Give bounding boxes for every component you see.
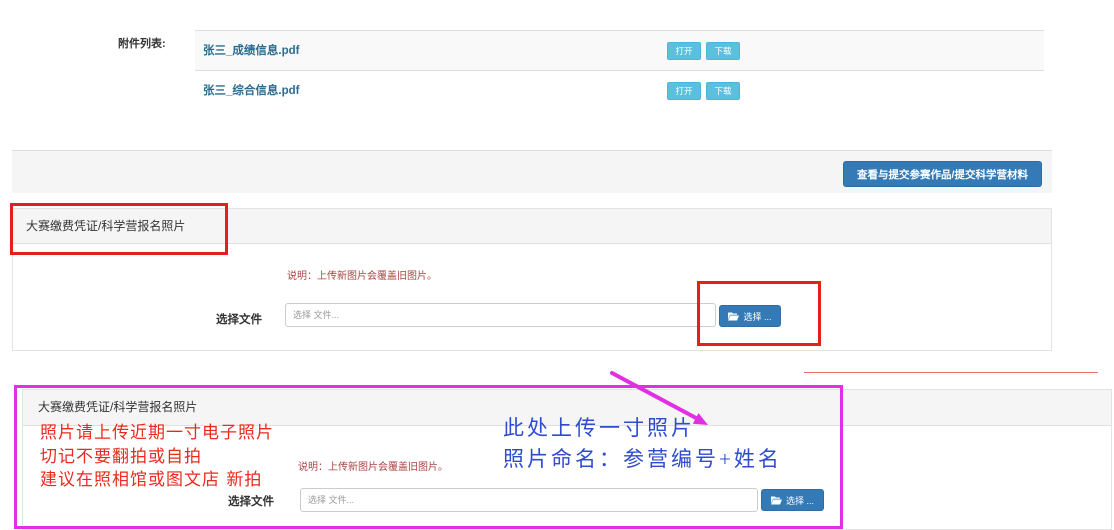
upload-note: 说明：上传新图片会覆盖旧图片。 — [287, 271, 437, 282]
download-file-button[interactable]: 下载 — [706, 42, 740, 60]
view-submit-materials-button[interactable]: 查看与提交参赛作品/提交科学营材料 — [843, 161, 1042, 187]
choose-file-label: 选择文件 — [216, 314, 262, 326]
red-divider-line — [804, 372, 1098, 373]
red-highlight-box-title — [10, 203, 228, 255]
attachment-row: 张三_成绩信息.pdf 打开 下载 — [195, 30, 1044, 70]
open-file-button[interactable]: 打开 — [667, 82, 701, 100]
attachment-row: 张三_综合信息.pdf 打开 下载 — [195, 70, 1044, 110]
panel-footer: 查看与提交参赛作品/提交科学营材料 — [12, 150, 1052, 193]
annotation-red-note-2: 切记不要翻拍或自拍 — [40, 447, 202, 467]
attachment-actions: 打开 下载 — [667, 82, 740, 100]
attachment-list-label: 附件列表: — [118, 38, 166, 50]
attachment-table: 张三_成绩信息.pdf 打开 下载 张三_综合信息.pdf 打开 下载 — [195, 30, 1044, 110]
annotation-blue-note-2: 照片命名：参营编号+姓名 — [503, 447, 782, 471]
red-highlight-box-choose-button — [697, 281, 821, 346]
attachment-actions: 打开 下载 — [667, 42, 740, 60]
annotation-blue-note-1: 此处上传一寸照片 — [503, 416, 695, 440]
file-path-input[interactable] — [285, 303, 716, 327]
attachment-file-link[interactable]: 张三_综合信息.pdf — [203, 84, 299, 98]
download-file-button[interactable]: 下载 — [706, 82, 740, 100]
annotation-red-note-1: 照片请上传近期一寸电子照片 — [40, 423, 274, 443]
open-file-button[interactable]: 打开 — [667, 42, 701, 60]
annotation-red-note-3: 建议在照相馆或图文店 新拍 — [40, 470, 263, 490]
attachment-file-link[interactable]: 张三_成绩信息.pdf — [203, 44, 299, 58]
